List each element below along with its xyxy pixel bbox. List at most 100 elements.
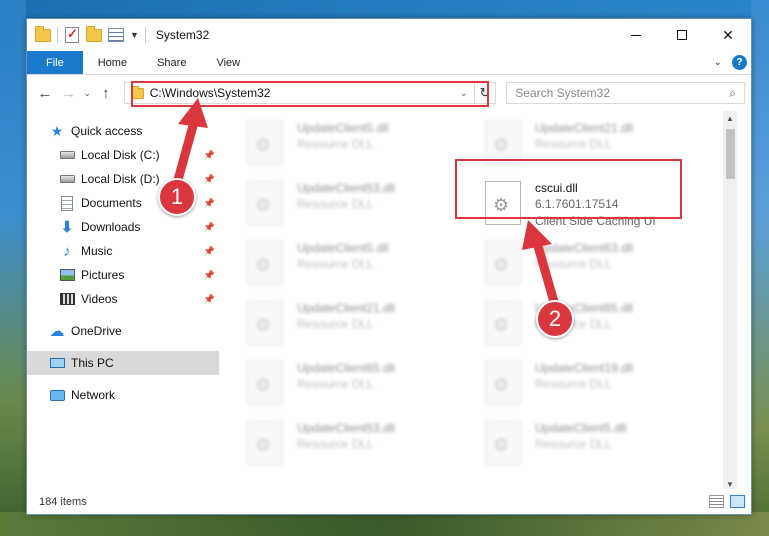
file-description: Resource DLL — [535, 377, 612, 391]
sidebar-item-label: Local Disk (D:) — [81, 172, 160, 186]
sidebar-item-pictures[interactable]: Pictures 📌 — [27, 263, 219, 287]
sidebar-item-label: This PC — [71, 356, 114, 370]
documents-icon — [59, 195, 75, 211]
pin-icon: 📌 — [203, 221, 215, 232]
refresh-button[interactable]: ↻ — [474, 82, 497, 104]
scroll-thumb[interactable] — [726, 129, 735, 179]
customize-toolbar-chevron-icon[interactable]: ▼ — [130, 30, 139, 40]
sidebar-item-music[interactable]: ♪ Music 📌 — [27, 239, 219, 263]
dll-file-icon: ⚙ — [247, 421, 283, 465]
tab-file[interactable]: File — [27, 51, 83, 74]
file-name: UpdateClient53.dll — [297, 181, 396, 195]
pin-icon: 📌 — [203, 173, 215, 184]
list-item[interactable]: ⚙ UpdateClient65.dll Resource DLL — [247, 361, 457, 417]
tiles-view-icon[interactable] — [730, 495, 745, 508]
address-bar[interactable]: C:\Windows\System32 ⌄ — [123, 82, 475, 104]
tab-home[interactable]: Home — [83, 51, 142, 74]
up-button[interactable]: ↑ — [94, 81, 118, 105]
dll-file-icon: ⚙ — [247, 241, 283, 285]
ribbon-right-controls: ⌄ ? — [714, 51, 751, 74]
sidebar-item-label: Local Disk (C:) — [81, 148, 160, 162]
forward-button[interactable]: → — [57, 81, 81, 105]
explorer-body: ★ Quick access Local Disk (C:) 📌 Local D… — [27, 111, 751, 491]
list-item[interactable]: ⚙ UpdateClient19.dll Resource DLL — [485, 361, 695, 417]
sidebar-item-label: Downloads — [81, 220, 141, 234]
list-item[interactable]: ⚙ UpdateClient53.dll Resource DLL — [247, 421, 457, 477]
status-bar: 184 items — [27, 489, 751, 514]
list-item[interactable]: ⚙ UpdateClient65.dll Resource DLL — [485, 301, 695, 357]
desktop-wallpaper-left — [0, 0, 26, 536]
file-explorer-window: ▼ System32 ✕ File Home Share View ⌄ ? ← … — [26, 18, 752, 515]
list-item[interactable]: ⚙ UpdateClient5.dll Resource DLL — [485, 421, 695, 477]
properties-check-icon[interactable] — [64, 26, 80, 43]
new-folder-icon[interactable] — [86, 25, 102, 43]
list-item[interactable]: ⚙ UpdateClient53.dll Resource DLL — [247, 181, 457, 237]
file-name: UpdateClient21.dll — [535, 121, 634, 135]
maximize-button[interactable] — [659, 19, 705, 51]
sidebar-item-local-disk-c[interactable]: Local Disk (C:) 📌 — [27, 143, 219, 167]
file-name: cscui.dll — [535, 181, 578, 195]
sidebar-item-label: Network — [71, 388, 116, 402]
search-icon: ⌕ — [729, 85, 736, 100]
network-icon — [49, 387, 65, 403]
sidebar-item-quick-access[interactable]: ★ Quick access — [27, 119, 219, 143]
file-description: Resource DLL — [297, 257, 374, 271]
search-input[interactable]: Search System32 ⌕ — [506, 82, 745, 104]
sidebar-item-label: Pictures — [81, 268, 125, 282]
window-title: System32 — [155, 28, 210, 42]
tab-view[interactable]: View — [201, 51, 255, 74]
list-item[interactable]: ⚙ UpdateClient21.dll Resource DLL — [485, 121, 695, 177]
folder-icon — [130, 85, 144, 99]
properties-list-icon[interactable] — [108, 27, 124, 43]
sidebar-item-network[interactable]: Network — [27, 383, 219, 407]
pin-icon: 📌 — [203, 245, 215, 256]
close-button[interactable]: ✕ — [705, 19, 751, 51]
desktop-wallpaper-right — [751, 0, 769, 536]
file-name: UpdateClient21.dll — [297, 301, 396, 315]
dll-file-icon: ⚙ — [485, 301, 521, 345]
music-icon: ♪ — [63, 242, 71, 260]
sidebar-item-label: Quick access — [71, 124, 143, 138]
vertical-scrollbar[interactable]: ▲ ▼ — [723, 111, 737, 491]
pin-icon: 📌 — [203, 149, 215, 160]
step-1-callout: 1 — [158, 178, 196, 216]
sidebar-item-videos[interactable]: Videos 📌 — [27, 287, 219, 311]
toolbar-divider — [57, 27, 58, 43]
star-icon: ★ — [50, 122, 64, 139]
item-count: 184 items — [39, 495, 87, 508]
file-description: Resource DLL — [297, 317, 374, 331]
tab-share[interactable]: Share — [142, 51, 201, 74]
pin-icon: 📌 — [203, 269, 215, 280]
minimize-icon — [631, 34, 641, 36]
step-2-callout: 2 — [536, 300, 574, 338]
list-item[interactable]: ⚙ UpdateClient5.dll Resource DLL — [247, 241, 457, 297]
dll-file-icon: ⚙ — [247, 121, 283, 165]
back-button[interactable]: ← — [33, 81, 57, 105]
sidebar-item-downloads[interactable]: ⬇ Downloads 📌 — [27, 215, 219, 239]
help-icon[interactable]: ? — [732, 55, 747, 70]
dll-file-icon: ⚙ — [485, 181, 521, 225]
expand-ribbon-chevron-icon[interactable]: ⌄ — [714, 57, 722, 68]
sidebar-item-this-pc[interactable]: This PC — [27, 351, 219, 375]
details-view-icon[interactable] — [709, 495, 724, 508]
list-item[interactable]: ⚙ UpdateClient5.dll Resource DLL — [247, 121, 457, 177]
scroll-up-icon[interactable]: ▲ — [723, 111, 737, 125]
selected-file-cscui[interactable]: ⚙ cscui.dll 6.1.7601.17514 Client Side C… — [485, 181, 695, 237]
recent-locations-chevron-icon[interactable]: ⌄ — [80, 81, 94, 105]
file-description: Resource DLL — [535, 257, 612, 271]
file-name: UpdateClient5.dll — [297, 241, 389, 255]
file-name: UpdateClient53.dll — [297, 421, 396, 435]
list-item[interactable]: ⚙ UpdateClient21.dll Resource DLL — [247, 301, 457, 357]
navigation-pane: ★ Quick access Local Disk (C:) 📌 Local D… — [27, 111, 219, 491]
address-dropdown-chevron-icon[interactable]: ⌄ — [460, 88, 468, 99]
desktop-wallpaper-bottom — [0, 512, 769, 536]
dll-file-icon: ⚙ — [247, 301, 283, 345]
minimize-button[interactable] — [613, 19, 659, 51]
list-item[interactable]: ⚙ UpdateClient63.dll Resource DLL — [485, 241, 695, 297]
ribbon-tabs: File Home Share View ⌄ ? — [27, 51, 751, 75]
sidebar-item-label: Videos — [81, 292, 118, 306]
sidebar-item-onedrive[interactable]: ☁ OneDrive — [27, 319, 219, 343]
view-toggle — [709, 495, 751, 508]
videos-icon — [59, 291, 75, 307]
dll-file-icon: ⚙ — [485, 421, 521, 465]
